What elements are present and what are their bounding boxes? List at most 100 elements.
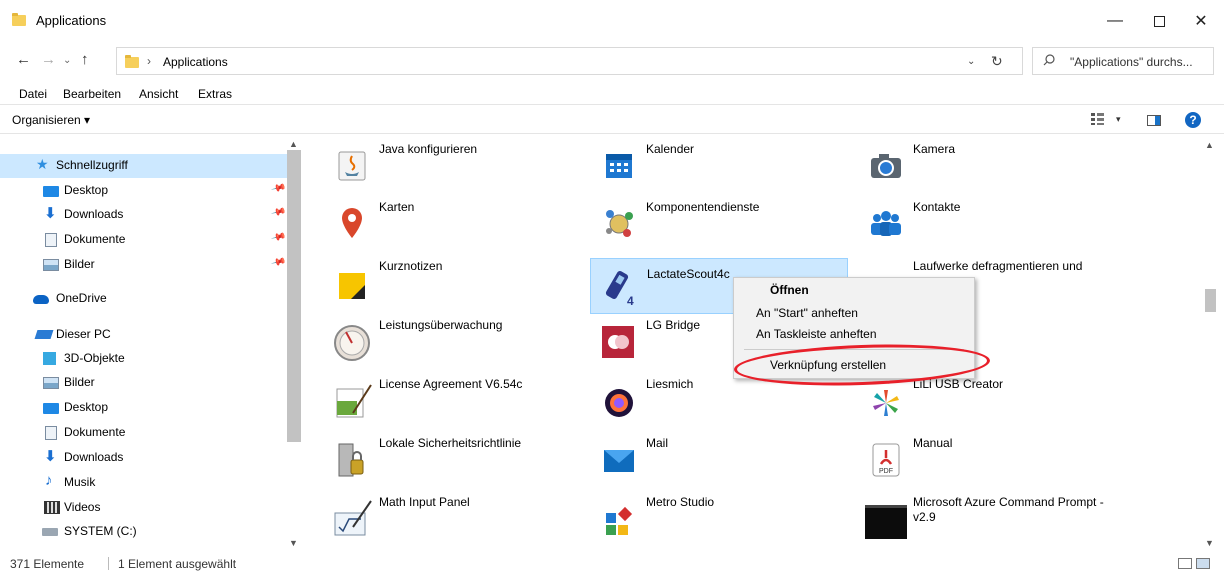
list-item[interactable]: Java konfigurieren — [323, 136, 581, 190]
breadcrumb-applications[interactable]: Applications — [163, 55, 228, 69]
refresh-button[interactable]: ↻ — [991, 53, 1003, 70]
sidebar-item-pc-documents[interactable]: Dokumente — [0, 421, 287, 445]
pin-icon[interactable]: 📌 — [270, 181, 286, 197]
list-item[interactable]: License Agreement V6.54c — [323, 371, 581, 425]
list-item[interactable]: LiLi USB Creator — [857, 371, 1115, 425]
sidebar-item-3d-objects[interactable]: 3D-Objekte — [0, 347, 287, 371]
content-scrollbar[interactable]: ▲ ▼ — [1202, 136, 1218, 550]
item-name: License Agreement V6.54c — [379, 377, 523, 391]
chevron-down-icon[interactable]: ⌄ — [967, 56, 975, 67]
organize-button[interactable]: Organisieren ▾ — [12, 113, 90, 127]
mail-icon — [604, 450, 634, 472]
item-name: Mail — [646, 436, 669, 450]
sidebar-item-documents[interactable]: Dokumente 📌 — [0, 228, 287, 252]
desktop-icon — [43, 403, 59, 414]
list-item[interactable]: Math Input Panel — [323, 489, 581, 543]
list-item[interactable]: Kamera — [857, 136, 1115, 190]
command-prompt-icon — [865, 505, 907, 539]
list-item[interactable]: Komponentendienste — [590, 194, 848, 248]
up-button[interactable]: ↑ — [81, 51, 89, 68]
sidebar-item-videos[interactable]: Videos — [0, 496, 287, 520]
scrollbar-thumb[interactable] — [287, 150, 301, 442]
menu-item-create-shortcut[interactable]: Verknüpfung erstellen — [770, 358, 886, 372]
preview-pane-icon[interactable] — [1147, 115, 1161, 126]
menu-item-pin-taskbar[interactable]: An Taskleiste anheften — [756, 327, 877, 341]
item-name: Lokale Sicherheitsrichtlinie — [379, 436, 522, 450]
search-icon — [1043, 54, 1055, 66]
pin-icon[interactable]: 📌 — [270, 255, 286, 271]
large-icons-view-icon[interactable] — [1196, 558, 1210, 569]
scroll-down-icon[interactable]: ▼ — [1205, 538, 1214, 548]
scroll-up-icon[interactable]: ▲ — [289, 139, 298, 149]
pin-icon[interactable]: 📌 — [270, 230, 286, 246]
list-item[interactable]: Mail — [590, 430, 848, 484]
navigation-scrollbar[interactable]: ▲ ▼ — [287, 136, 301, 550]
menu-ansicht[interactable]: Ansicht — [139, 87, 178, 101]
document-icon — [45, 233, 57, 247]
item-name: Leistungsüberwachung — [379, 318, 503, 332]
contacts-icon — [871, 211, 901, 236]
drive-icon — [42, 528, 58, 536]
list-item[interactable]: Liesmich — [590, 371, 848, 425]
sidebar-item-pc-pictures[interactable]: Bilder — [0, 371, 287, 395]
menu-bearbeiten[interactable]: Bearbeiten — [63, 87, 121, 101]
menu-datei[interactable]: Datei — [19, 87, 47, 101]
sidebar-item-music[interactable]: ♪ Musik — [0, 471, 287, 495]
list-item[interactable]: Kalender — [590, 136, 848, 190]
sidebar-item-pc-desktop[interactable]: Desktop — [0, 396, 287, 420]
menu-item-pin-start[interactable]: An "Start" anheften — [756, 306, 858, 320]
maximize-icon — [1153, 15, 1165, 27]
performance-monitor-icon — [334, 325, 370, 361]
scrollbar-thumb[interactable] — [1205, 289, 1216, 312]
list-item[interactable]: Lokale Sicherheitsrichtlinie — [323, 430, 581, 484]
address-bar[interactable]: › Applications ⌄ ↻ — [116, 47, 1023, 75]
sidebar-item-quick-access[interactable]: ★ Schnellzugriff — [0, 154, 287, 178]
item-name: Kalender — [646, 142, 695, 156]
menu-item-open[interactable]: Öffnen — [770, 283, 809, 297]
view-dropdown-icon[interactable]: ▾ — [1116, 114, 1121, 125]
scroll-up-icon[interactable]: ▲ — [1205, 140, 1214, 150]
sticky-notes-icon — [339, 273, 365, 299]
desktop-icon — [43, 186, 59, 197]
list-item[interactable]: Kurznotizen — [323, 253, 581, 307]
security-policy-icon — [338, 443, 364, 477]
recent-locations-button[interactable]: ⌄ — [63, 55, 71, 66]
sidebar-item-label: Downloads — [64, 450, 124, 464]
maximize-button[interactable] — [1136, 8, 1182, 34]
sidebar-item-label: OneDrive — [56, 291, 107, 305]
scroll-down-icon[interactable]: ▼ — [289, 538, 298, 548]
license-agreement-icon — [336, 384, 372, 418]
pin-icon[interactable]: 📌 — [270, 205, 286, 221]
help-icon[interactable]: ? — [1185, 112, 1201, 128]
sidebar-item-label: Musik — [64, 475, 96, 489]
item-name: Laufwerke defragmentieren und — [913, 259, 1083, 273]
star-icon: ★ — [36, 156, 49, 172]
list-item[interactable]: PDF Manual — [857, 430, 1115, 484]
breadcrumb-separator: › — [147, 54, 151, 68]
sidebar-item-this-pc[interactable]: Dieser PC — [0, 323, 287, 347]
sidebar-item-downloads[interactable]: ⬇ Downloads 📌 — [0, 203, 287, 227]
sidebar-item-pictures[interactable]: Bilder 📌 — [0, 253, 287, 277]
view-options-icon[interactable] — [1091, 113, 1104, 125]
list-item[interactable]: Karten — [323, 194, 581, 248]
list-item[interactable]: Metro Studio — [590, 489, 848, 543]
status-separator — [108, 557, 109, 570]
minimize-button[interactable]: — — [1092, 8, 1138, 34]
list-item[interactable]: Kontakte — [857, 194, 1115, 248]
sidebar-item-desktop[interactable]: Desktop 📌 — [0, 179, 287, 203]
search-input[interactable]: "Applications" durchs... — [1032, 47, 1214, 75]
item-name: Kontakte — [913, 200, 961, 214]
list-item[interactable]: Leistungsüberwachung — [323, 312, 581, 366]
back-button[interactable]: ← — [16, 51, 31, 68]
sidebar-item-onedrive[interactable]: OneDrive — [0, 287, 287, 311]
details-view-icon[interactable] — [1178, 558, 1192, 569]
menu-extras[interactable]: Extras — [198, 87, 232, 101]
close-button[interactable]: ✕ — [1178, 8, 1224, 34]
item-name: Manual — [913, 436, 953, 450]
forward-button[interactable]: → — [41, 51, 56, 68]
list-item[interactable]: Microsoft Azure Command Prompt - v2.9 — [857, 489, 1115, 543]
sidebar-item-system-drive[interactable]: SYSTEM (C:) — [0, 520, 287, 544]
download-icon: ⬇ — [44, 205, 57, 222]
pictures-icon — [43, 377, 59, 389]
sidebar-item-pc-downloads[interactable]: ⬇ Downloads — [0, 446, 287, 470]
